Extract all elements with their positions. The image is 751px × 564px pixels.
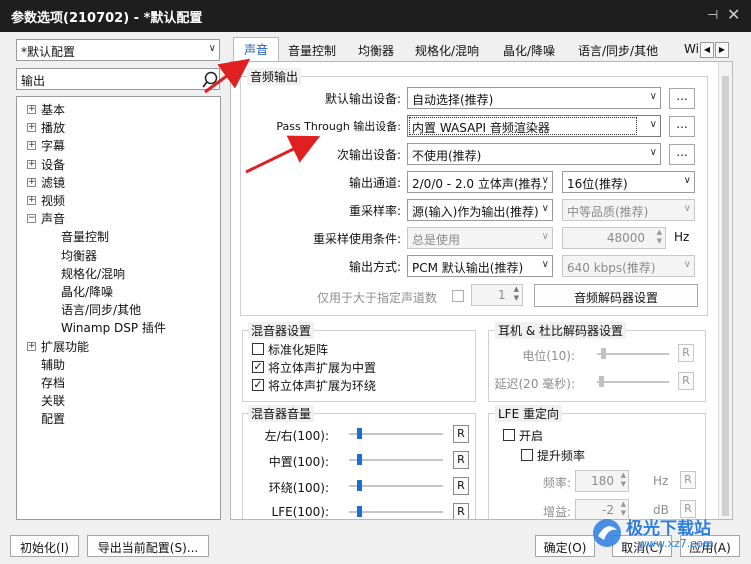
annotation-arrow-tab	[204, 58, 251, 94]
annotation-arrow-passthrough	[245, 135, 321, 174]
annotation-arrows	[204, 58, 321, 174]
